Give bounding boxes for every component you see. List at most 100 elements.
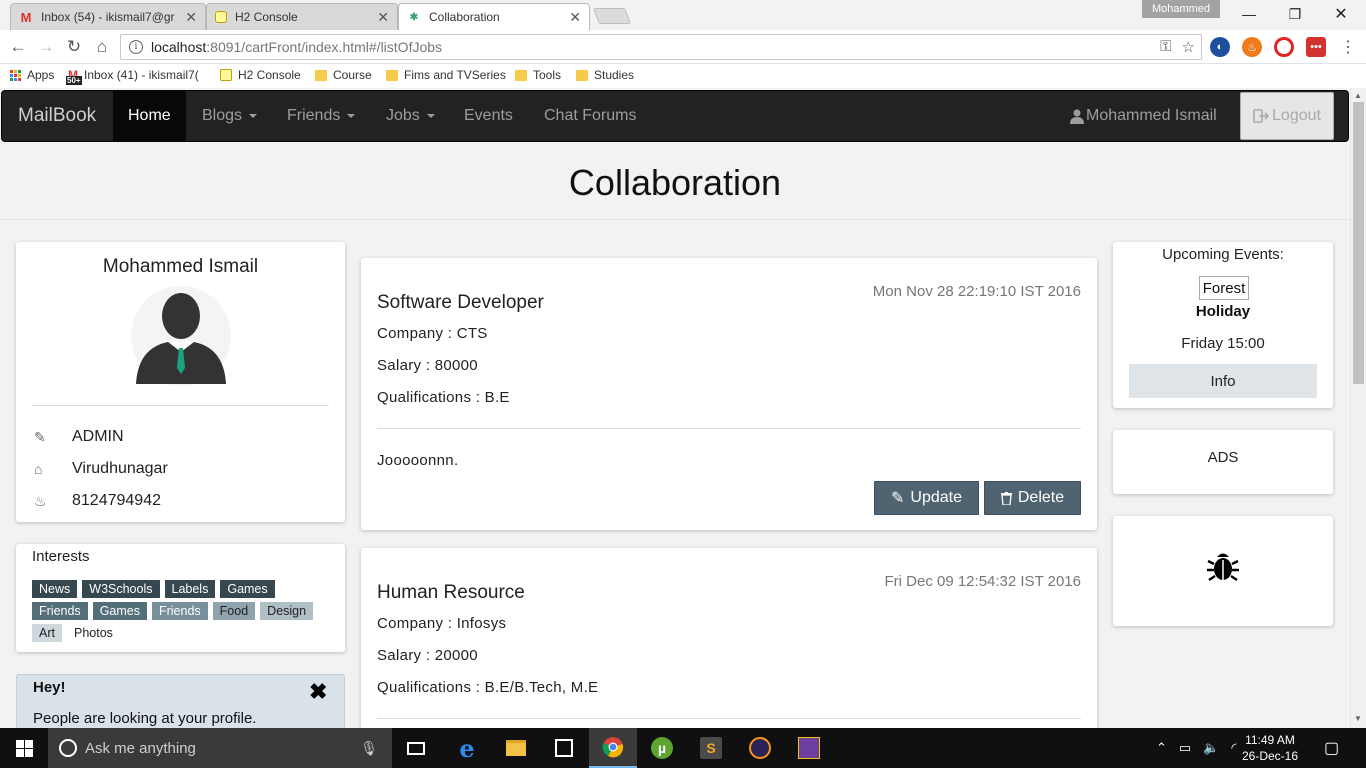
opera-icon[interactable] xyxy=(1274,37,1294,57)
nav-blogs[interactable]: Blogs xyxy=(187,91,272,141)
tab-gmail[interactable]: M Inbox (54) - ikismail7@gr ✕ xyxy=(10,3,206,30)
sublime-text-icon[interactable]: S xyxy=(687,728,735,768)
bookmark-folder-course[interactable]: Course xyxy=(315,68,372,82)
bookmark-apps[interactable]: Apps xyxy=(10,68,54,82)
file-explorer-icon[interactable] xyxy=(492,728,540,768)
task-view-icon[interactable] xyxy=(392,728,440,768)
interest-tag[interactable]: Food xyxy=(212,602,256,620)
bug-icon[interactable] xyxy=(1206,549,1240,583)
close-icon[interactable]: ✖ xyxy=(309,681,327,703)
tab-h2-console[interactable]: H2 Console ✕ xyxy=(206,3,398,30)
interest-tag[interactable]: Games xyxy=(220,580,275,598)
brand-logo[interactable]: MailBook xyxy=(18,105,96,127)
reload-icon[interactable]: ↻ xyxy=(62,35,86,59)
close-icon[interactable]: ✕ xyxy=(569,9,581,26)
chevron-up-icon[interactable]: ⌃ xyxy=(1156,740,1167,756)
caret-down-icon xyxy=(347,114,356,118)
close-icon[interactable]: ✕ xyxy=(377,9,389,26)
bookmark-folder-films[interactable]: Fims and TVSeries xyxy=(386,68,506,82)
network-icon[interactable]: ▭ xyxy=(1179,740,1191,756)
update-label: Update xyxy=(910,489,962,506)
profile-card: Mohammed Ismail ✎ ADMIN ⌂ Virudhunagar ♨… xyxy=(16,242,345,522)
h2-icon xyxy=(220,69,232,81)
bookmark-folder-tools[interactable]: Tools xyxy=(515,68,561,82)
gmail-icon: M xyxy=(20,9,32,25)
interest-tag[interactable]: Design xyxy=(260,602,314,620)
cortana-search-box[interactable]: Ask me anything 🎙 xyxy=(48,728,392,768)
bookmark-folder-studies[interactable]: Studies xyxy=(576,68,634,82)
scroll-up-icon[interactable]: ▲ xyxy=(1354,91,1362,100)
store-icon[interactable] xyxy=(540,728,588,768)
eclipse-icon[interactable] xyxy=(736,728,784,768)
extension-icon[interactable]: ◐ xyxy=(1210,37,1230,57)
event-name[interactable]: Forest xyxy=(1199,276,1249,300)
chrome-icon[interactable] xyxy=(589,728,637,768)
nav-friends[interactable]: Friends xyxy=(272,91,370,141)
event-info-button[interactable]: Info xyxy=(1129,364,1317,398)
nav-home[interactable]: Home xyxy=(113,91,186,141)
restore-icon[interactable]: ❐ xyxy=(1272,0,1318,28)
divider xyxy=(377,428,1081,429)
extension-red-icon[interactable]: ••• xyxy=(1306,37,1326,57)
pencil-icon: ✎ xyxy=(34,428,46,445)
nav-jobs[interactable]: Jobs xyxy=(371,91,450,141)
key-icon[interactable]: ⚿ xyxy=(1160,38,1171,56)
nav-chat-forums[interactable]: Chat Forums xyxy=(529,91,651,141)
update-button[interactable]: ✎ Update xyxy=(874,481,979,515)
back-icon[interactable]: ← xyxy=(6,35,30,59)
interest-tag[interactable]: Art xyxy=(32,624,62,642)
new-tab-button[interactable] xyxy=(593,8,631,24)
page-scrollbar[interactable]: ▲ ▼ xyxy=(1350,88,1366,728)
media-app-icon[interactable] xyxy=(785,728,833,768)
nav-events[interactable]: Events xyxy=(449,91,528,141)
nav-label: Blogs xyxy=(202,107,243,124)
interest-tag[interactable]: W3Schools xyxy=(82,580,160,598)
interest-tag[interactable]: Labels xyxy=(164,580,216,598)
divider xyxy=(32,405,329,406)
extension-fire-icon[interactable]: ♨ xyxy=(1242,37,1262,57)
browser-tab-strip: M Inbox (54) - ikismail7@gr ✕ H2 Console… xyxy=(0,0,1366,30)
interest-tag[interactable]: Friends xyxy=(151,602,208,620)
interest-tag[interactable]: Games xyxy=(92,602,147,620)
h2-icon xyxy=(215,11,227,23)
profile-name: Mohammed Ismail xyxy=(102,256,259,277)
profile-phone-row: ♨ 8124794942 xyxy=(32,490,161,512)
address-bar[interactable]: i localhost:8091/cartFront/index.html#/l… xyxy=(120,34,1202,60)
interest-tag[interactable]: News xyxy=(32,580,78,598)
taskbar-clock[interactable]: 11:49 AM 26-Dec-16 xyxy=(1240,732,1300,764)
action-center-icon[interactable]: ▢ xyxy=(1324,728,1339,768)
ads-card: ADS xyxy=(1113,430,1333,494)
interests-tag-list: News W3Schools Labels Games Friends Games Frie… xyxy=(32,580,332,646)
menu-icon[interactable]: ⋮ xyxy=(1336,35,1360,59)
profile-city-row: ⌂ Virudhunagar xyxy=(32,458,168,480)
minimize-icon[interactable]: — xyxy=(1226,0,1272,28)
delete-button[interactable]: Delete xyxy=(984,481,1081,515)
wifi-icon[interactable]: ◜ xyxy=(1231,740,1236,756)
close-icon[interactable]: ✕ xyxy=(185,9,197,26)
scroll-down-icon[interactable]: ▼ xyxy=(1354,714,1362,723)
utorrent-icon[interactable]: µ xyxy=(638,728,686,768)
interests-title: Interests xyxy=(32,548,90,565)
scrollbar-thumb[interactable] xyxy=(1353,102,1364,384)
edge-icon[interactable]: e xyxy=(443,728,491,768)
bookmark-h2-console[interactable]: H2 Console xyxy=(220,68,301,82)
volume-icon[interactable]: 🔈 xyxy=(1203,740,1219,756)
microphone-icon[interactable]: 🎙 xyxy=(360,740,378,757)
page-viewport: MailBook Home Blogs Friends Jobs Events … xyxy=(0,88,1350,728)
logout-button[interactable]: Logout xyxy=(1240,92,1334,140)
interest-tag[interactable]: Photos xyxy=(66,624,120,642)
job-card: Fri Dec 09 12:54:32 IST 2016 Human Resou… xyxy=(361,548,1097,728)
bookmark-inbox[interactable]: M 50+ Inbox (41) - ikismail7( xyxy=(66,68,199,85)
folder-icon xyxy=(515,69,527,81)
window-close-icon[interactable]: ✕ xyxy=(1318,0,1364,28)
browser-profile-button[interactable]: Mohammed xyxy=(1142,0,1220,18)
interest-tag[interactable]: Friends xyxy=(32,602,88,620)
forward-icon[interactable]: → xyxy=(34,35,58,59)
user-name: Mohammed Ismail xyxy=(1086,107,1217,124)
bookmark-star-icon[interactable]: ☆ xyxy=(1182,38,1195,56)
info-icon[interactable]: i xyxy=(129,40,143,54)
windows-start-button[interactable] xyxy=(0,728,48,768)
nav-user-profile[interactable]: Mohammed Ismail xyxy=(1055,91,1232,141)
tab-collaboration[interactable]: ✱ Collaboration ✕ xyxy=(398,3,590,30)
home-icon[interactable]: ⌂ xyxy=(90,35,114,59)
